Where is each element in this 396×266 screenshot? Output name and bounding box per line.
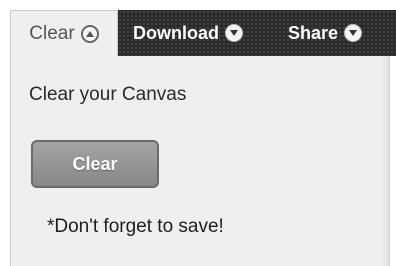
- panel-shadow: [381, 56, 389, 266]
- chevron-down-icon: [225, 24, 243, 42]
- clear-panel: Clear your Canvas Clear *Don't forget to…: [10, 56, 390, 266]
- tab-clear[interactable]: Clear: [10, 10, 118, 56]
- chevron-down-icon: [344, 24, 363, 42]
- clear-button[interactable]: Clear: [31, 140, 159, 188]
- chevron-up-icon: [80, 24, 99, 43]
- tab-download[interactable]: Download: [133, 10, 243, 56]
- tab-share-label: Share: [288, 22, 339, 43]
- tab-share[interactable]: Share: [288, 10, 363, 56]
- panel-title: Clear your Canvas: [29, 84, 187, 105]
- tab-download-label: Download: [133, 22, 219, 43]
- tab-clear-label: Clear: [29, 22, 75, 44]
- save-reminder-note: *Don't forget to save!: [47, 216, 224, 237]
- tab-bar: Clear Download Share: [0, 0, 396, 56]
